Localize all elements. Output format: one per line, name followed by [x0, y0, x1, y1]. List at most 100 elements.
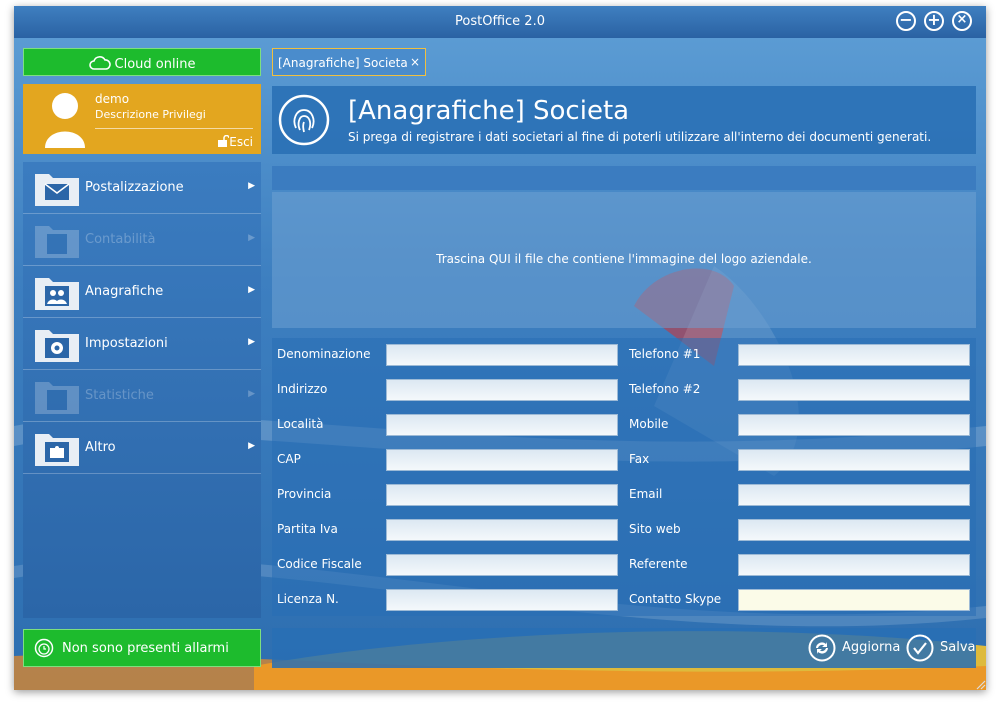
sidebar-item-altro[interactable]: Altro ▶: [23, 422, 261, 474]
logout-label: Esci: [229, 135, 253, 149]
form-row-contatto-skype: Contatto Skype: [624, 583, 976, 611]
indirizzo-field[interactable]: [386, 379, 618, 401]
window-title: PostOffice 2.0: [455, 14, 545, 29]
form-row-sito-web: Sito web: [624, 513, 976, 541]
field-label: Referente: [629, 557, 688, 571]
fingerprint-icon: [278, 94, 330, 146]
sidebar-item-label: Contabilità: [85, 232, 156, 247]
refresh-button[interactable]: Aggiorna: [808, 634, 904, 662]
gear-icon: [35, 330, 79, 362]
field-label: Contatto Skype: [629, 592, 722, 606]
sidebar-item-postalizzazione[interactable]: Postalizzazione ▶: [23, 162, 261, 214]
field-label: Mobile: [629, 417, 669, 431]
minimize-button[interactable]: −: [896, 11, 916, 31]
page-header: [Anagrafiche] Societa Si prega di regist…: [272, 86, 976, 154]
people-icon: [35, 278, 79, 310]
calculator-icon: [35, 226, 79, 258]
logo-drop-zone[interactable]: Trascina QUI il file che contiene l'imma…: [272, 192, 976, 328]
partita-iva-field[interactable]: [386, 519, 618, 541]
sidebar-item-label: Postalizzazione: [85, 180, 184, 195]
maximize-button[interactable]: +: [924, 11, 944, 31]
sito-web-field[interactable]: [738, 519, 970, 541]
sidebar-item-label: Statistiche: [85, 388, 154, 403]
sidebar-item-label: Anagrafiche: [85, 284, 164, 299]
localita-field[interactable]: [386, 414, 618, 436]
tab-anagrafiche-societa[interactable]: [Anagrafiche] Societa ×: [272, 48, 426, 76]
field-label: Località: [277, 417, 324, 431]
form-row-referente: Referente: [624, 548, 976, 576]
chevron-right-icon: ▶: [248, 389, 255, 399]
field-label: Telefono #1: [629, 347, 701, 361]
page-title: [Anagrafiche] Societa: [348, 96, 630, 126]
sidebar-item-anagrafiche[interactable]: Anagrafiche ▶: [23, 266, 261, 318]
sidebar-menu: Postalizzazione ▶ Contabilità ▶ Anagrafi…: [23, 162, 261, 618]
bar-chart-icon: [35, 382, 79, 414]
form-row-cap: CAP: [272, 443, 624, 471]
resize-handle[interactable]: [974, 678, 986, 690]
cloud-status-button[interactable]: Cloud online: [23, 48, 261, 76]
form-row-telefono-2: Telefono #2: [624, 373, 976, 401]
user-privileges: Descrizione Privilegi: [95, 108, 206, 121]
form-row-telefono-1: Telefono #1: [624, 338, 976, 366]
field-label: Provincia: [277, 487, 332, 501]
checkmark-icon: [906, 634, 934, 662]
form-row-denominazione: Denominazione: [272, 338, 624, 366]
field-label: Email: [629, 487, 663, 501]
field-label: Indirizzo: [277, 382, 328, 396]
cap-field[interactable]: [386, 449, 618, 471]
logo-toolbar: [272, 166, 976, 190]
unlock-icon: [218, 134, 230, 147]
close-button[interactable]: ×: [952, 11, 972, 31]
mobile-field[interactable]: [738, 414, 970, 436]
chevron-right-icon: ▶: [248, 441, 255, 451]
field-label: Partita Iva: [277, 522, 338, 536]
logout-button[interactable]: Esci: [217, 134, 253, 149]
codice-fiscale-field[interactable]: [386, 554, 618, 576]
form-row-codice-fiscale: Codice Fiscale: [272, 548, 624, 576]
save-button[interactable]: Salva: [906, 634, 976, 662]
form-row-localita: Località: [272, 408, 624, 436]
divider: [95, 128, 253, 129]
provincia-field[interactable]: [386, 484, 618, 506]
sidebar-item-statistiche: Statistiche ▶: [23, 370, 261, 422]
contatto-skype-field[interactable]: [738, 589, 970, 611]
user-panel: demo Descrizione Privilegi Esci: [23, 84, 261, 154]
form-row-indirizzo: Indirizzo: [272, 373, 624, 401]
form-row-fax: Fax: [624, 443, 976, 471]
email-field[interactable]: [738, 484, 970, 506]
cloud-status-label: Cloud online: [114, 57, 196, 72]
tab-label: [Anagrafiche] Societa: [278, 56, 408, 70]
chevron-right-icon: ▶: [248, 181, 255, 191]
sidebar-item-impostazioni[interactable]: Impostazioni ▶: [23, 318, 261, 370]
field-label: Sito web: [629, 522, 681, 536]
form-row-email: Email: [624, 478, 976, 506]
title-bar: PostOffice 2.0 − + ×: [14, 6, 986, 38]
denominazione-field[interactable]: [386, 344, 618, 366]
chevron-right-icon: ▶: [248, 337, 255, 347]
field-label: Codice Fiscale: [277, 557, 362, 571]
form-row-mobile: Mobile: [624, 408, 976, 436]
telefono-2-field[interactable]: [738, 379, 970, 401]
action-footer: Aggiorna Salva: [272, 628, 976, 668]
company-form: Denominazione Indirizzo Località CAP Pro…: [272, 338, 976, 616]
sidebar-item-label: Impostazioni: [85, 336, 168, 351]
field-label: Licenza N.: [277, 592, 339, 606]
fax-field[interactable]: [738, 449, 970, 471]
mail-icon: [35, 174, 79, 206]
referente-field[interactable]: [738, 554, 970, 576]
puzzle-icon: [35, 434, 79, 466]
licenza-field[interactable]: [386, 589, 618, 611]
page-subtitle: Si prega di registrare i dati societari …: [348, 130, 932, 144]
sidebar-item-label: Altro: [85, 440, 116, 455]
save-label: Salva: [940, 640, 976, 655]
form-row-partita-iva: Partita Iva: [272, 513, 624, 541]
chevron-right-icon: ▶: [248, 285, 255, 295]
alarm-clock-icon: [34, 638, 54, 658]
alarm-status-button[interactable]: Non sono presenti allarmi: [23, 629, 261, 667]
field-label: Denominazione: [277, 347, 371, 361]
telefono-1-field[interactable]: [738, 344, 970, 366]
logo-drop-text: Trascina QUI il file che contiene l'imma…: [436, 252, 812, 266]
alarm-status-label: Non sono presenti allarmi: [62, 641, 229, 656]
tab-close-icon[interactable]: ×: [410, 55, 420, 69]
avatar: [45, 93, 85, 148]
